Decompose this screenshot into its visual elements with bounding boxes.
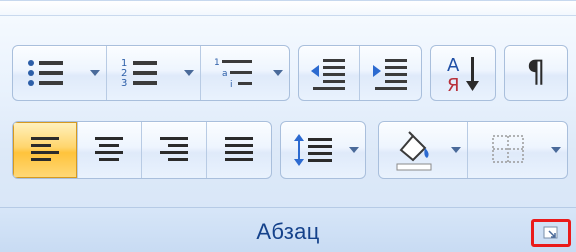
borders-button[interactable] — [468, 122, 567, 178]
shading-dropdown-arrow-icon[interactable] — [451, 147, 462, 153]
indent-buttons-group — [298, 45, 422, 101]
dialog-launcher-icon — [543, 226, 558, 239]
show-formatting-marks-button[interactable]: ¶ — [505, 46, 567, 100]
increase-indent-button[interactable] — [360, 46, 421, 100]
align-center-button[interactable] — [78, 122, 142, 178]
shading-borders-group — [378, 121, 568, 179]
line-spacing-dropdown-arrow-icon[interactable] — [349, 147, 359, 153]
sort-button-group: A Я — [430, 45, 496, 101]
align-center-icon — [95, 137, 124, 161]
justify-icon — [224, 137, 253, 161]
shading-button[interactable] — [379, 122, 469, 178]
bullet-list-icon — [27, 60, 63, 86]
sort-button[interactable]: A Я — [431, 46, 495, 100]
increase-indent-icon — [372, 59, 407, 90]
ribbon-top-strip — [0, 1, 576, 16]
decrease-indent-button[interactable] — [299, 46, 361, 100]
align-left-icon — [30, 137, 59, 161]
justify-button[interactable] — [207, 122, 272, 178]
multilevel-dropdown-arrow-icon[interactable] — [273, 70, 283, 76]
paragraph-group: 1 2 3 1 a i A Я ¶ Абзац — [0, 0, 576, 252]
svg-text:i: i — [230, 80, 233, 90]
multilevel-list-button[interactable]: 1 a i — [201, 46, 289, 100]
sort-icon: A Я — [447, 55, 479, 95]
group-label: Абзац — [256, 219, 320, 244]
list-buttons-group: 1 2 3 1 a i — [12, 45, 290, 101]
align-right-icon — [159, 137, 188, 161]
numbering-dropdown-arrow-icon[interactable] — [184, 70, 194, 76]
svg-text:3: 3 — [121, 78, 127, 89]
multilevel-list-icon: 1 a i — [214, 58, 252, 90]
line-spacing-icon — [294, 134, 332, 166]
borders-icon — [491, 135, 524, 163]
svg-text:1: 1 — [214, 58, 220, 68]
sort-letter-top: A — [447, 55, 460, 76]
align-left-button[interactable] — [13, 122, 78, 178]
paragraph-dialog-launcher-button[interactable] — [531, 219, 571, 247]
numbering-button[interactable]: 1 2 3 — [107, 46, 201, 100]
decrease-indent-icon — [311, 59, 345, 90]
bullets-button[interactable] — [13, 46, 107, 100]
bullets-dropdown-arrow-icon[interactable] — [90, 70, 100, 76]
line-spacing-button[interactable] — [281, 122, 365, 178]
alignment-buttons-group — [12, 121, 272, 179]
show-marks-button-group: ¶ — [504, 45, 568, 101]
pilcrow-icon: ¶ — [526, 55, 546, 90]
paint-bucket-icon — [396, 131, 432, 171]
numbered-list-icon: 1 2 3 — [121, 58, 157, 89]
align-right-button[interactable] — [142, 122, 207, 178]
line-spacing-button-group — [280, 121, 366, 179]
sort-letter-bottom: Я — [447, 75, 460, 95]
borders-dropdown-arrow-icon[interactable] — [551, 147, 561, 153]
svg-text:a: a — [222, 69, 228, 79]
